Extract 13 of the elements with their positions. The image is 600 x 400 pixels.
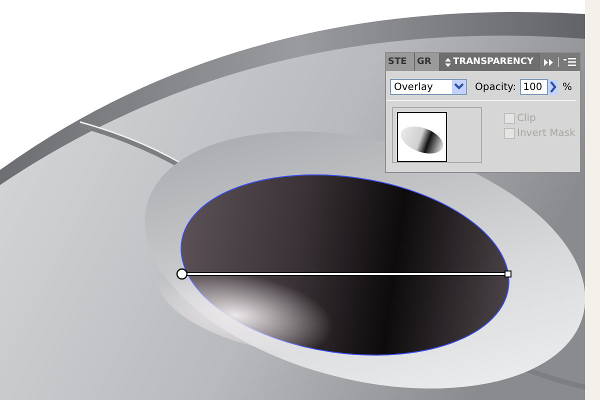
percent-label: %	[562, 82, 572, 92]
opacity-field[interactable]: 100	[520, 79, 548, 95]
panel-tab[interactable]: GR	[415, 53, 440, 71]
panel-tab[interactable]: STE	[386, 53, 415, 71]
blend-mode-dropdown[interactable]: Overlay	[390, 79, 467, 95]
chevron-right-icon[interactable]	[548, 80, 558, 94]
menu-icon[interactable]	[563, 58, 576, 66]
chevron-down-icon	[452, 80, 466, 94]
sort-arrows-icon	[445, 58, 451, 66]
panel-tab[interactable]: TRANSPARENCY	[440, 53, 540, 71]
collapse-icon[interactable]	[544, 58, 554, 66]
gradient-ellipse-thumbnail	[397, 112, 447, 162]
opacity-label: Opacity:	[475, 82, 516, 92]
